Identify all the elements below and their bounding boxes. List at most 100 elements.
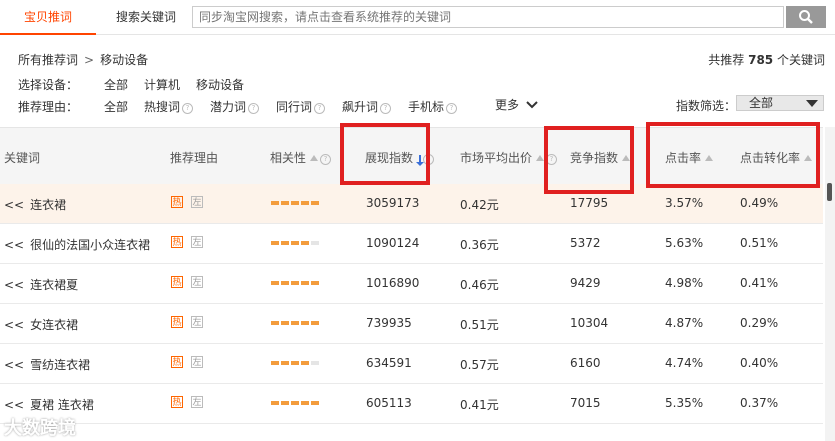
add-keyword-arrow[interactable]: <<	[4, 398, 24, 412]
help-icon[interactable]: ?	[380, 103, 392, 114]
relevance-bar-segment	[311, 201, 319, 205]
avg-bid-cell: 0.57元	[460, 358, 499, 372]
sort-down-icon	[416, 155, 425, 166]
filter-panel: 所有推荐词 > 移动设备 共推荐 785 个关键词 选择设备： 全部 计算机 移动设…	[0, 40, 835, 124]
relevance-bar-segment	[281, 201, 289, 205]
keyword-text: 连衣裙	[30, 198, 67, 212]
col-ctr[interactable]: 点击率	[665, 149, 714, 166]
keyword-cell[interactable]: << 女连衣裙	[4, 316, 78, 333]
search-button[interactable]	[786, 6, 826, 28]
help-icon[interactable]: ?	[546, 154, 558, 165]
relevance-bar-segment	[301, 361, 309, 365]
add-keyword-arrow[interactable]: <<	[4, 358, 24, 372]
col-avg-bid[interactable]: 市场平均出价?	[460, 149, 558, 166]
relevance-bar-segment	[291, 361, 299, 365]
hot-badge: 热	[171, 316, 183, 328]
relevance-bar-segment	[311, 401, 319, 405]
add-keyword-arrow[interactable]: <<	[4, 278, 24, 292]
left-badge: 左	[191, 316, 203, 328]
left-badge: 左	[191, 276, 203, 288]
col-impressions[interactable]: 展现指数?	[365, 149, 435, 166]
keyword-text: 女连衣裙	[30, 318, 79, 332]
add-keyword-arrow[interactable]: <<	[4, 318, 24, 332]
watermark: 大数跨境	[4, 418, 76, 439]
col-reason: 推荐理由	[170, 151, 219, 165]
reason-option-rising[interactable]: 飙升词?	[342, 98, 392, 115]
help-icon[interactable]: ?	[182, 103, 194, 114]
sort-up-icon	[310, 155, 319, 161]
scrollbar-thumb[interactable]	[827, 183, 832, 201]
impressions-cell: 605113	[366, 396, 412, 410]
keyword-cell[interactable]: << 夏裙 连衣裙	[4, 396, 94, 413]
reason-potential-label: 潜力词	[210, 100, 247, 114]
ctr-cell: 5.35%	[665, 396, 704, 410]
more-toggle[interactable]: 更多	[495, 96, 538, 113]
add-keyword-arrow[interactable]: <<	[4, 198, 24, 212]
keyword-cell[interactable]: << 很仙的法国小众连衣裙	[4, 236, 150, 253]
index-filter-label: 指数筛选：	[676, 99, 737, 113]
relevance-bar-segment	[271, 361, 279, 365]
help-icon[interactable]: ?	[423, 154, 435, 165]
breadcrumb: 所有推荐词 > 移动设备	[18, 51, 148, 68]
impressions-cell: 3059173	[366, 196, 420, 210]
left-badge: 左	[191, 356, 203, 368]
relevance-bar-segment	[281, 241, 289, 245]
table-row[interactable]: << 女连衣裙 热左 739935 0.51元 10304 4.87% 0.29%	[0, 304, 823, 344]
scrollbar[interactable]	[825, 127, 835, 441]
relevance-bar-segment	[291, 281, 299, 285]
device-option-mobile[interactable]: 移动设备	[196, 76, 244, 93]
col-cvr-label: 点击转化率	[740, 151, 801, 165]
col-competition[interactable]: 竞争指数	[570, 149, 631, 166]
breadcrumb-root[interactable]: 所有推荐词	[18, 53, 78, 67]
col-cvr[interactable]: 点击转化率	[740, 149, 813, 166]
reason-option-hot[interactable]: 热搜词?	[144, 98, 194, 115]
search-input[interactable]	[193, 7, 783, 27]
table-row[interactable]: << 连衣裙 热左 3059173 0.42元 17795 3.57% 0.49%	[0, 184, 823, 224]
total-suffix: 个关键词	[776, 53, 825, 67]
relevance-bar-segment	[291, 241, 299, 245]
relevance-bar-segment	[281, 361, 289, 365]
competition-cell: 9429	[570, 276, 601, 290]
ctr-cell: 4.74%	[665, 356, 704, 370]
competition-cell: 5372	[570, 236, 601, 250]
help-icon[interactable]: ?	[446, 103, 458, 114]
table-row[interactable]: << 很仙的法国小众连衣裙 热左 1090124 0.36元 5372 5.63% 0.51%	[0, 224, 823, 264]
col-relevance-label: 相关性	[270, 151, 307, 165]
sort-up-icon	[622, 155, 631, 161]
reason-option-peer[interactable]: 同行词?	[276, 98, 326, 115]
hot-badge: 热	[171, 396, 183, 408]
add-keyword-arrow[interactable]: <<	[4, 238, 24, 252]
relevance-bar-segment	[291, 201, 299, 205]
reason-peer-label: 同行词	[276, 100, 313, 114]
table-row[interactable]: << 连衣裙夏 热左 1016890 0.46元 9429 4.98% 0.41%	[0, 264, 823, 304]
keyword-cell[interactable]: << 连衣裙	[4, 196, 66, 213]
help-icon[interactable]: ?	[248, 103, 260, 114]
relevance-bar-segment	[271, 401, 279, 405]
total-count: 共推荐 785 个关键词	[708, 51, 825, 68]
chevron-down-icon	[526, 101, 538, 109]
reason-option-potential[interactable]: 潜力词?	[210, 98, 260, 115]
tab-baby-keywords[interactable]: 宝贝推词	[0, 0, 96, 35]
breadcrumb-sep: >	[84, 53, 95, 67]
help-icon[interactable]: ?	[320, 154, 332, 165]
help-icon[interactable]: ?	[314, 103, 326, 114]
index-filter-select[interactable]: 全部	[736, 95, 824, 111]
total-prefix: 共推荐	[708, 53, 745, 67]
col-relevance[interactable]: 相关性?	[270, 149, 332, 166]
relevance-bar-segment	[271, 241, 279, 245]
keyword-cell[interactable]: << 雪纺连衣裙	[4, 356, 90, 373]
reason-option-mobile[interactable]: 手机标?	[408, 98, 458, 115]
tab-search-keywords[interactable]: 搜索关键词	[104, 0, 188, 34]
device-option-all[interactable]: 全部	[104, 76, 128, 93]
device-label: 选择设备：	[18, 78, 79, 92]
keyword-cell[interactable]: << 连衣裙夏	[4, 276, 78, 293]
relevance-bars	[271, 321, 321, 335]
sort-up-icon	[705, 155, 714, 161]
table-row[interactable]: << 雪纺连衣裙 热左 634591 0.57元 6160 4.74% 0.40%	[0, 344, 823, 384]
relevance-bar-segment	[301, 321, 309, 325]
table-row[interactable]: << 夏裙 连衣裙 热左 605113 0.41元 7015 5.35% 0.37%	[0, 384, 823, 424]
device-option-computer[interactable]: 计算机	[144, 76, 180, 93]
reason-option-all[interactable]: 全部	[104, 98, 128, 115]
relevance-bars	[271, 361, 321, 375]
keyword-text: 很仙的法国小众连衣裙	[30, 238, 151, 252]
